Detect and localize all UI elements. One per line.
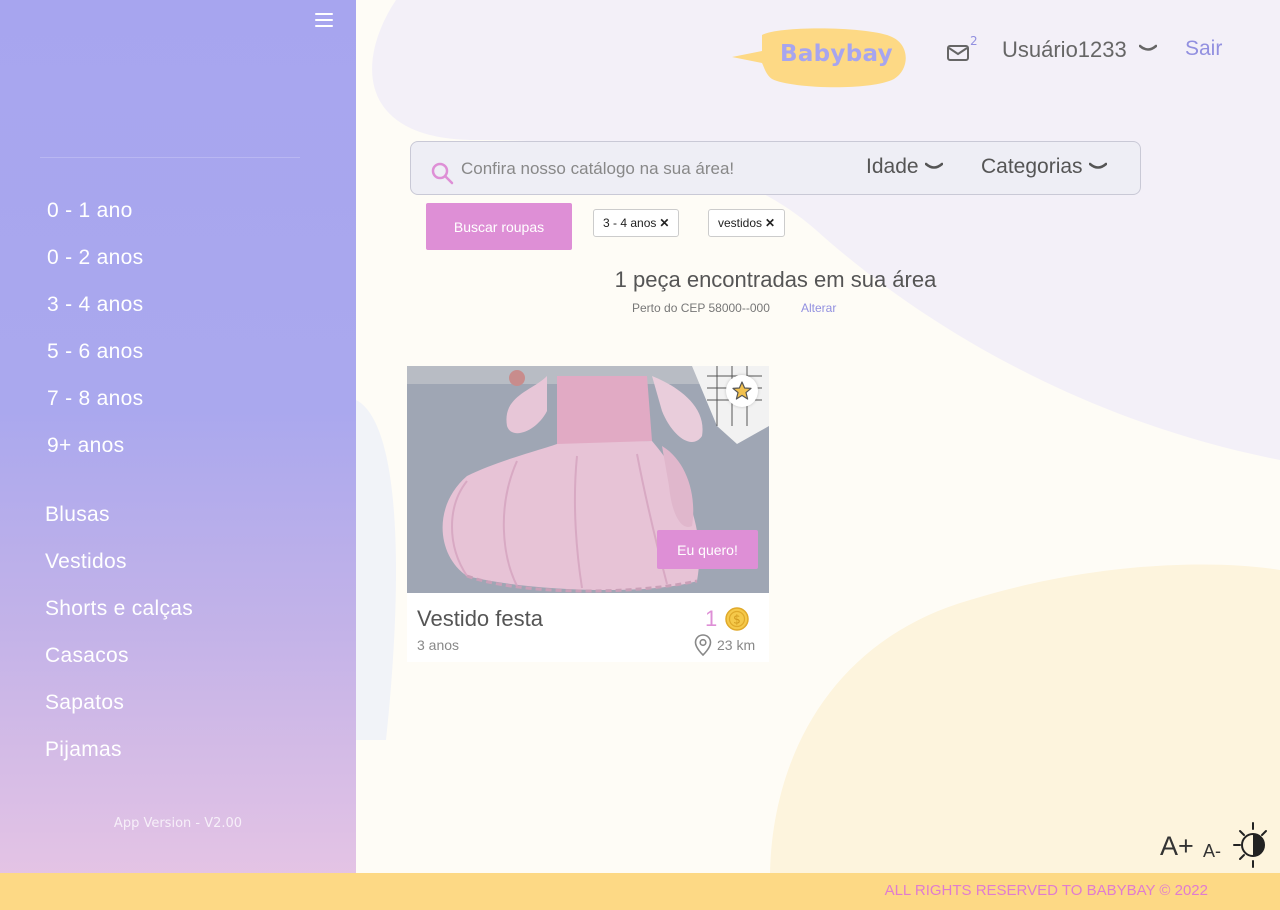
product-title: Vestido festa <box>417 606 543 631</box>
favorite-button[interactable] <box>726 375 758 407</box>
age-dropdown[interactable]: Idade <box>866 155 943 179</box>
background-blob-yellow <box>770 564 1280 880</box>
search-clothes-button[interactable]: Buscar roupas <box>426 203 572 250</box>
location-pin-icon <box>694 634 712 656</box>
decrease-font-button[interactable]: A- <box>1203 841 1221 862</box>
hamburger-menu-icon[interactable] <box>315 13 333 29</box>
footer: ALL RIGHTS RESERVED TO BABYBAY © 2022 <box>0 873 1280 910</box>
sidebar: 0 - 1 ano 0 - 2 anos 3 - 4 anos 5 - 6 an… <box>0 0 356 910</box>
product-age: 3 anos <box>417 637 460 653</box>
sidebar-item-pijamas[interactable]: Pijamas <box>45 735 193 782</box>
sidebar-item-shorts[interactable]: Shorts e calças <box>45 594 193 641</box>
chevron-down-icon[interactable] <box>1139 44 1157 54</box>
product-card[interactable]: Eu quero! Vestido festa 3 anos 1 $ 23 km <box>407 366 769 662</box>
change-location-link[interactable]: Alterar <box>801 301 836 315</box>
mail-icon[interactable] <box>947 44 969 62</box>
increase-font-button[interactable]: A+ <box>1160 831 1194 862</box>
search-icon[interactable] <box>430 161 454 185</box>
footer-copyright: ALL RIGHTS RESERVED TO BABYBAY © 2022 <box>884 882 1208 899</box>
mail-count-badge: 2 <box>970 34 978 48</box>
sidebar-item-blusas[interactable]: Blusas <box>45 500 193 547</box>
sidebar-item-age-3-4[interactable]: 3 - 4 anos <box>47 290 143 337</box>
star-icon <box>732 381 752 400</box>
coin-icon: $ <box>725 607 749 631</box>
sidebar-item-casacos[interactable]: Casacos <box>45 641 193 688</box>
category-dropdown-label: Categorias <box>981 155 1083 178</box>
filter-chip-label: 3 - 4 anos <box>603 216 657 230</box>
sidebar-item-sapatos[interactable]: Sapatos <box>45 688 193 735</box>
category-dropdown[interactable]: Categorias <box>981 155 1107 179</box>
user-menu[interactable]: Usuário1233 <box>1002 37 1127 63</box>
location-text: Perto do CEP 58000--000 <box>632 301 770 315</box>
logo-text[interactable]: Babybay <box>780 41 893 67</box>
app-version: App Version - V2.00 <box>113 816 243 831</box>
svg-text:$: $ <box>733 613 741 627</box>
sidebar-item-vestidos[interactable]: Vestidos <box>45 547 193 594</box>
filter-chip-label: vestidos <box>718 216 763 230</box>
age-dropdown-label: Idade <box>866 155 919 178</box>
sidebar-item-age-0-2[interactable]: 0 - 2 anos <box>47 243 143 290</box>
sidebar-item-age-9-plus[interactable]: 9+ anos <box>47 431 143 478</box>
search-bar: Idade Categorias <box>410 141 1141 195</box>
sidebar-item-age-7-8[interactable]: 7 - 8 anos <box>47 384 143 431</box>
product-price: 1 <box>705 606 718 631</box>
chevron-down-icon <box>1088 163 1107 170</box>
age-filter-list: 0 - 1 ano 0 - 2 anos 3 - 4 anos 5 - 6 an… <box>47 196 143 478</box>
close-icon[interactable]: ✕ <box>765 216 775 230</box>
product-distance: 23 km <box>717 637 756 653</box>
sidebar-item-age-0-1[interactable]: 0 - 1 ano <box>47 196 143 243</box>
contrast-toggle-icon[interactable] <box>1231 821 1271 869</box>
sidebar-item-age-5-6[interactable]: 5 - 6 anos <box>47 337 143 384</box>
filter-chip-age[interactable]: 3 - 4 anos ✕ <box>593 209 680 237</box>
search-input[interactable] <box>461 156 841 182</box>
want-it-button[interactable]: Eu quero! <box>657 530 758 569</box>
close-icon[interactable]: ✕ <box>659 216 669 230</box>
results-title: 1 peça encontradas em sua área <box>614 267 937 292</box>
logout-link[interactable]: Sair <box>1185 37 1222 61</box>
category-filter-list: Blusas Vestidos Shorts e calças Casacos … <box>45 500 193 782</box>
sidebar-divider <box>40 157 300 158</box>
chevron-down-icon <box>924 163 943 170</box>
filter-chip-category[interactable]: vestidos ✕ <box>708 209 786 237</box>
